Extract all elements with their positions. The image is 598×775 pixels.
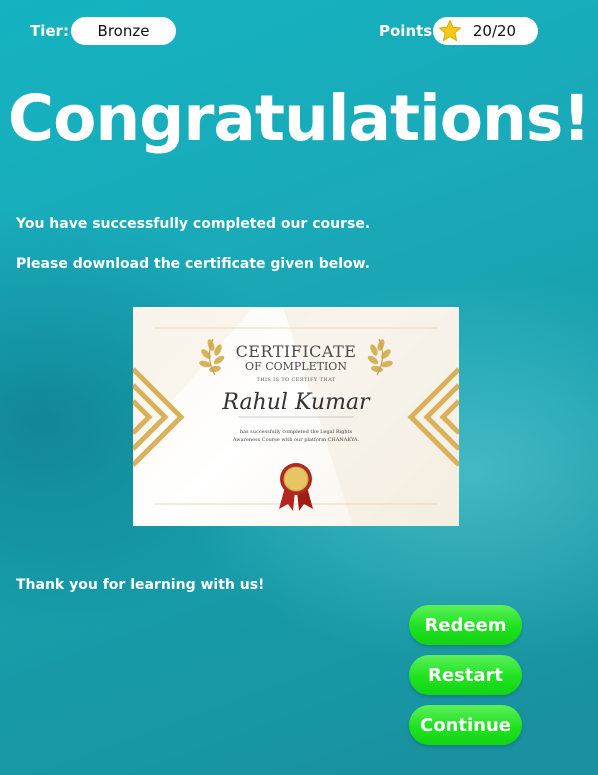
points-label: Points: <box>379 22 439 40</box>
points-badge: 20/20 <box>433 17 538 45</box>
download-instruction: Please download the certificate given be… <box>16 256 370 272</box>
certificate-recipient-name: Rahul Kumar <box>222 390 370 415</box>
star-icon <box>439 20 461 41</box>
certificate-image[interactable]: CERTIFICATE OF COMPLETION THIS IS TO CER… <box>133 307 459 526</box>
certificate-body-text: has successfully completed the Legal Rig… <box>232 429 360 443</box>
certificate-subtitle: OF COMPLETION <box>245 360 347 373</box>
certificate-title: CERTIFICATE <box>235 342 357 361</box>
certificate-decoration <box>133 307 459 526</box>
completion-message: You have successfully completed our cour… <box>16 216 371 232</box>
restart-button[interactable]: Restart <box>409 655 522 695</box>
redeem-button[interactable]: Redeem <box>409 605 522 645</box>
tier-badge: Bronze <box>71 17 176 45</box>
thanks-message: Thank you for learning with us! <box>16 577 265 593</box>
continue-button[interactable]: Continue <box>409 705 522 745</box>
tier-value: Bronze <box>97 22 150 40</box>
certificate-certify-text: THIS IS TO CERTIFY THAT <box>256 377 336 383</box>
points-value: 20/20 <box>472 22 517 40</box>
page-title: Congratulations! <box>7 82 591 155</box>
tier-label: Tier: <box>30 22 69 40</box>
